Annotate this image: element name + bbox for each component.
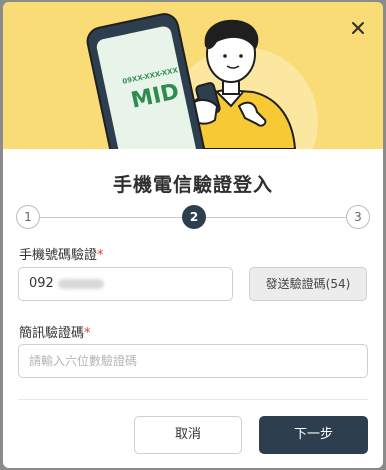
dialog-title: 手機電信驗證登入 [112, 174, 273, 196]
required-mark: * [97, 248, 104, 263]
phone-field-label: 手機號碼驗證* [19, 244, 104, 263]
code-field-label-text: 簡訊驗證碼 [19, 326, 85, 341]
code-field-label: 簡訊驗證碼* [19, 322, 91, 341]
login-dialog: 09XX-XXX-XXX MID 手機電信驗證登入 1 2 3 手機號碼驗證* … [3, 2, 383, 468]
next-button[interactable]: 下一步 [259, 416, 368, 454]
phone-number-prefix: 092 [29, 276, 54, 291]
footer-divider [18, 399, 368, 400]
verification-code-input[interactable] [18, 344, 368, 378]
close-icon [352, 22, 364, 34]
phone-field-label-text: 手機號碼驗證 [19, 248, 98, 263]
phone-person-illustration [86, 13, 318, 149]
step-1: 1 [16, 205, 40, 229]
masked-phone-digits [57, 278, 104, 289]
required-mark: * [84, 326, 91, 341]
stepper-line-1 [40, 217, 182, 218]
send-code-button[interactable]: 發送驗證碼(54) [249, 267, 367, 301]
cancel-button[interactable]: 取消 [134, 416, 242, 454]
step-3: 3 [346, 205, 370, 229]
step-2: 2 [182, 205, 206, 229]
stepper: 1 2 3 [16, 205, 370, 231]
stepper-line-2 [206, 217, 346, 218]
close-button[interactable] [348, 18, 368, 38]
phone-number-field: 092 [18, 267, 233, 301]
hero-illustration: 09XX-XXX-XXX MID [3, 2, 383, 149]
